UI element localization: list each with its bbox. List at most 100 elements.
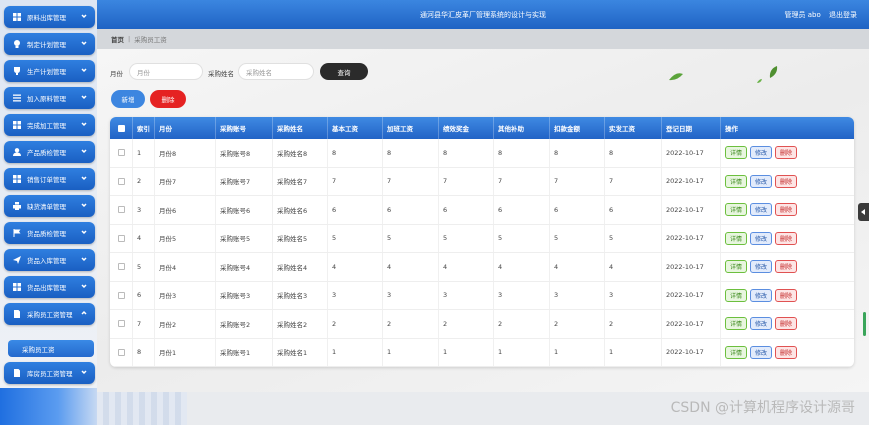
edit-button[interactable]: 修改 xyxy=(750,174,773,188)
cell-account: 采购账号4 xyxy=(215,253,272,281)
cell-name: 采购姓名8 xyxy=(272,139,327,167)
edit-button[interactable]: 修改 xyxy=(750,260,773,274)
view-button[interactable]: 详情 xyxy=(725,317,748,331)
table-row[interactable]: 5 月份4 采购账号4 采购姓名4 4 4 4 4 4 4 2022-10-17 详情 修改 删除 xyxy=(110,253,854,282)
cell-actions: 详情 修改 删除 xyxy=(720,196,854,224)
delete-button[interactable]: 删除 xyxy=(775,288,798,302)
cell-base: 6 xyxy=(327,196,382,224)
delete-button[interactable]: 删除 xyxy=(775,203,798,217)
delete-button[interactable]: 删除 xyxy=(775,345,798,359)
table-row[interactable]: 6 月份3 采购账号3 采购姓名3 3 3 3 3 3 3 2022-10-17 详情 修改 删除 xyxy=(110,281,854,310)
sidebar-item[interactable]: 产品质检管理 xyxy=(4,141,95,163)
cell-month: 月份4 xyxy=(154,253,215,281)
row-checkbox[interactable] xyxy=(117,320,125,328)
row-checkbox[interactable] xyxy=(117,291,125,299)
cell-idx: 1 xyxy=(132,139,154,167)
sidebar-item[interactable]: 完成加工管理 xyxy=(4,114,95,136)
sidebar-item[interactable]: 货品入库管理 xyxy=(4,249,95,271)
table-row[interactable]: 8 月份1 采购账号1 采购姓名1 1 1 1 1 1 1 2022-10-17 详情 修改 删除 xyxy=(110,338,854,367)
cell-bonus: 5 xyxy=(438,224,493,252)
sidebar-item[interactable]: 生产计划管理 xyxy=(4,60,95,82)
cell-base: 3 xyxy=(327,281,382,309)
watermark: CSDN @计算机程序设计源哥 xyxy=(670,400,855,416)
view-button[interactable]: 详情 xyxy=(725,345,748,359)
sidebar-item[interactable]: 销售订单管理 xyxy=(4,168,95,190)
collapse-toggle[interactable] xyxy=(858,203,869,221)
cell-date: 2022-10-17 xyxy=(661,253,720,281)
view-button[interactable]: 详情 xyxy=(725,146,748,160)
breadcrumb-current: 采购员工资 xyxy=(134,36,167,44)
name-label: 采购姓名 xyxy=(208,70,234,78)
cell-month: 月份1 xyxy=(154,338,215,366)
sidebar-item[interactable]: 货品质检管理 xyxy=(4,222,95,244)
table-row[interactable]: 3 月份6 采购账号6 采购姓名6 6 6 6 6 6 6 2022-10-17 详情 修改 删除 xyxy=(110,196,854,225)
edit-button[interactable]: 修改 xyxy=(750,345,773,359)
row-checkbox[interactable] xyxy=(117,348,125,356)
sidebar-item[interactable]: 制定计划管理 xyxy=(4,33,95,55)
scroll-indicator[interactable] xyxy=(863,312,866,336)
cell-base: 2 xyxy=(327,310,382,338)
delete-button[interactable]: 删除 xyxy=(775,317,798,331)
edit-button[interactable]: 修改 xyxy=(750,146,773,160)
doc-icon xyxy=(13,310,21,318)
view-button[interactable]: 详情 xyxy=(725,288,748,302)
table-row[interactable]: 2 月份7 采购账号7 采购姓名7 7 7 7 7 7 7 2022-10-17 详情 修改 删除 xyxy=(110,167,854,196)
cell-actions: 详情 修改 删除 xyxy=(720,281,854,309)
batch-delete-button[interactable]: 删除 xyxy=(150,90,186,108)
sidebar-item[interactable]: 原料出库管理 xyxy=(4,6,95,28)
sidebar-item[interactable]: 加入原料管理 xyxy=(4,87,95,109)
cell-base: 8 xyxy=(327,139,382,167)
edit-button[interactable]: 修改 xyxy=(750,203,773,217)
sidebar-item[interactable]: 缺货清单管理 xyxy=(4,195,95,217)
delete-button[interactable]: 删除 xyxy=(775,260,798,274)
row-select-cell xyxy=(110,310,132,338)
view-button[interactable]: 详情 xyxy=(725,203,748,217)
leaf-decoration xyxy=(757,79,762,83)
row-checkbox[interactable] xyxy=(117,263,125,271)
row-select-cell xyxy=(110,196,132,224)
row-checkbox[interactable] xyxy=(117,149,125,157)
delete-button[interactable]: 删除 xyxy=(775,174,798,188)
search-button[interactable]: 查询 xyxy=(320,63,368,80)
sidebar-item-label: 加入原料管理 xyxy=(27,95,66,103)
select-all-checkbox[interactable] xyxy=(117,124,125,132)
view-button[interactable]: 详情 xyxy=(725,260,748,274)
delete-button[interactable]: 删除 xyxy=(775,146,798,160)
sidebar-item[interactable]: 采购员工资管理 xyxy=(4,303,95,325)
table-row[interactable]: 4 月份5 采购账号5 采购姓名5 5 5 5 5 5 5 2022-10-17 详情 修改 删除 xyxy=(110,224,854,253)
table-row[interactable]: 7 月份2 采购账号2 采购姓名2 2 2 2 2 2 2 2022-10-17 详情 修改 删除 xyxy=(110,310,854,339)
name-input[interactable]: 采购姓名 xyxy=(238,63,314,80)
cell-deduct: 7 xyxy=(549,167,604,195)
cell-account: 采购账号7 xyxy=(215,167,272,195)
cell-date: 2022-10-17 xyxy=(661,310,720,338)
edit-button[interactable]: 修改 xyxy=(750,231,773,245)
row-checkbox[interactable] xyxy=(117,206,125,214)
row-checkbox[interactable] xyxy=(117,177,125,185)
breadcrumb-home[interactable]: 首页 xyxy=(111,34,124,44)
row-checkbox[interactable] xyxy=(117,234,125,242)
sidebar-item-label: 生产计划管理 xyxy=(27,68,66,76)
table-row[interactable]: 1 月份8 采购账号8 采购姓名8 8 8 8 8 8 8 2022-10-17 详情 修改 删除 xyxy=(110,139,854,168)
delete-button[interactable]: 删除 xyxy=(775,231,798,245)
flag-icon xyxy=(13,229,21,237)
chevron-down-icon xyxy=(81,175,87,181)
view-button[interactable]: 详情 xyxy=(725,231,748,245)
logout-link[interactable]: 退出登录 xyxy=(829,11,857,19)
grid-icon xyxy=(13,121,21,129)
sidebar-item[interactable]: 货品出库管理 xyxy=(4,276,95,298)
sidebar-item-label: 采购员工资管理 xyxy=(27,311,73,319)
cell-month: 月份3 xyxy=(154,281,215,309)
sidebar-subitem-active[interactable]: 采购员工资 xyxy=(8,340,94,357)
cell-base: 4 xyxy=(327,253,382,281)
cell-actual: 8 xyxy=(604,139,661,167)
cell-name: 采购姓名2 xyxy=(272,310,327,338)
cell-overtime: 4 xyxy=(382,253,438,281)
cell-month: 月份6 xyxy=(154,196,215,224)
add-button[interactable]: 新增 xyxy=(111,90,145,108)
month-input[interactable]: 月份 xyxy=(129,63,203,80)
edit-button[interactable]: 修改 xyxy=(750,288,773,302)
edit-button[interactable]: 修改 xyxy=(750,317,773,331)
view-button[interactable]: 详情 xyxy=(725,174,748,188)
cell-overtime: 7 xyxy=(382,167,438,195)
sidebar-item[interactable]: 库房员工资管理 xyxy=(4,362,95,384)
